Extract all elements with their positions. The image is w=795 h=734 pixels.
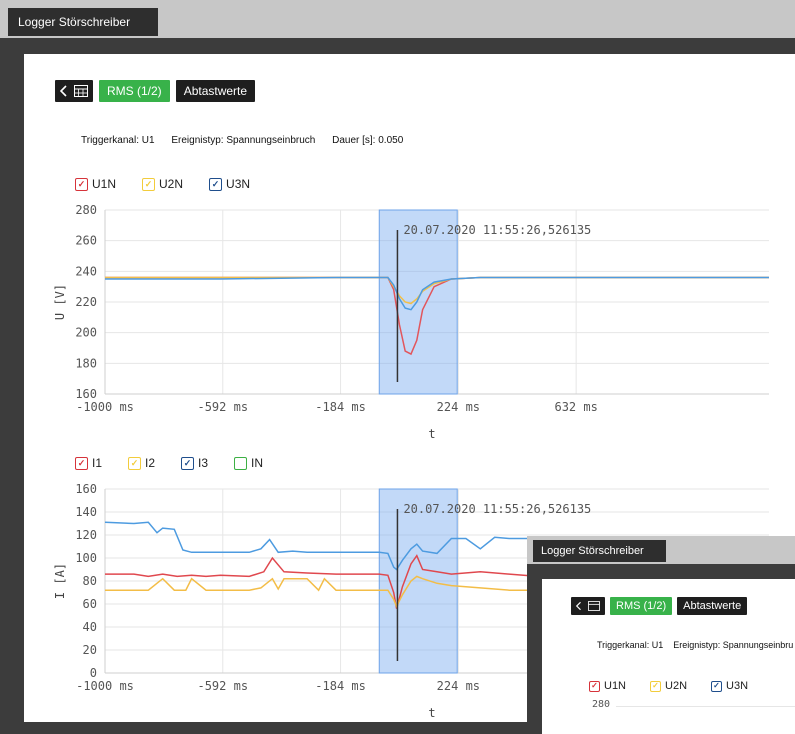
x-tick-label: -1000 ms	[76, 679, 134, 693]
trigger-timestamp: 20.07.2020 11:55:26,526135	[403, 502, 591, 516]
y-tick-label: 140	[75, 505, 97, 519]
chart-toolbar: RMS (1/2) Abtastwerte	[55, 80, 256, 102]
calendar-icon	[74, 85, 88, 97]
y-tick-label: 0	[90, 666, 97, 680]
x-tick-label: 632 ms	[554, 400, 597, 414]
y-axis-title: I [A]	[53, 563, 67, 599]
app-window: Logger Störschreiber RMS (1/2) Abtastwer…	[0, 0, 795, 734]
y-tick-label: 280	[75, 203, 97, 217]
chevron-left-icon	[60, 85, 67, 97]
legend-item-u2n[interactable]: ✓ U2N	[650, 680, 687, 692]
legend-label: I1	[92, 456, 103, 470]
y-axis-title: U [V]	[53, 284, 67, 320]
x-tick-label: 224 ms	[437, 400, 480, 414]
checkbox-checked-icon: ✓	[181, 456, 195, 470]
secondary-rms-button[interactable]: RMS (1/2)	[610, 597, 673, 615]
checkbox-checked-icon: ✓	[209, 177, 223, 191]
y-tick-label: 80	[83, 574, 97, 588]
current-legend: ✓ I1 ✓ I2 ✓ I3 IN	[75, 456, 263, 470]
checkbox-unchecked-icon	[234, 456, 248, 470]
secondary-trigger-info: Triggerkanal: U1 Ereignistyp: Spannungse…	[597, 640, 793, 650]
voltage-legend: ✓ U1N ✓ U2N ✓ U3N	[75, 177, 250, 191]
x-tick-label: -1000 ms	[76, 400, 134, 414]
selection-highlight	[378, 209, 458, 395]
chevron-left-icon	[576, 601, 581, 611]
x-tick-label: 224 ms	[437, 679, 480, 693]
event-duration: Dauer [s]: 0.050	[332, 135, 404, 146]
legend-item-i3[interactable]: ✓ I3	[181, 456, 208, 470]
y-tick-label: 120	[75, 528, 97, 542]
voltage-chart: 160 180 200 220 240 260 280 -1000 ms -592 ms -184…	[53, 203, 769, 441]
samples-button[interactable]: Abtastwerte	[175, 80, 256, 102]
legend-label: U2N	[159, 177, 184, 191]
secondary-gridline	[616, 706, 795, 707]
back-calendar-button[interactable]	[55, 80, 93, 102]
checkbox-checked-icon: ✓	[650, 680, 662, 692]
legend-label: U1N	[604, 680, 627, 692]
legend-label: IN	[251, 456, 264, 470]
title-bar: Logger Störschreiber	[0, 0, 795, 38]
legend-label: I3	[198, 456, 209, 470]
legend-item-in[interactable]: IN	[234, 456, 263, 470]
rms-button[interactable]: RMS (1/2)	[99, 80, 170, 102]
legend-label: U2N	[665, 680, 688, 692]
trigger-info: Triggerkanal: U1 Ereignistyp: Spannungse…	[81, 135, 417, 146]
checkbox-checked-icon: ✓	[128, 456, 142, 470]
y-tick-label: 260	[75, 234, 97, 248]
trigger-timestamp: 20.07.2020 11:55:26,526135	[403, 223, 591, 237]
calendar-icon	[588, 601, 600, 611]
trigger-channel: Triggerkanal: U1	[81, 135, 155, 146]
y-tick-label: 180	[75, 356, 97, 370]
y-tick-label: 160	[75, 482, 97, 496]
legend-item-i1[interactable]: ✓ I1	[75, 456, 102, 470]
y-tick-label: 60	[83, 597, 97, 611]
legend-item-u1n[interactable]: ✓ U1N	[75, 177, 116, 191]
y-tick-label: 240	[75, 264, 97, 278]
y-tick-label: 200	[75, 326, 97, 340]
legend-item-u3n[interactable]: ✓ U3N	[711, 680, 748, 692]
secondary-window[interactable]: Logger Störschreiber RMS (1/2) Abtastwer…	[527, 536, 795, 734]
y-tick-label: 20	[83, 643, 97, 657]
secondary-title-bar: Logger Störschreiber	[527, 536, 795, 564]
secondary-event-type: Ereignistyp: Spannungseinbru	[673, 640, 794, 650]
y-tick-label: 40	[83, 620, 97, 634]
secondary-y-tick: 280	[592, 699, 611, 710]
secondary-panel: RMS (1/2) Abtastwerte Triggerkanal: U1 E…	[542, 579, 795, 734]
series-line-i1	[105, 554, 567, 609]
legend-label: U1N	[92, 177, 117, 191]
event-type: Ereignistyp: Spannungseinbruch	[171, 135, 316, 146]
x-tick-label: -184 ms	[315, 679, 366, 693]
legend-item-u1n[interactable]: ✓ U1N	[589, 680, 626, 692]
selection-highlight	[378, 488, 458, 674]
legend-label: U3N	[226, 177, 251, 191]
x-tick-label: -184 ms	[315, 400, 366, 414]
secondary-samples-button[interactable]: Abtastwerte	[677, 597, 748, 615]
secondary-window-tab[interactable]: Logger Störschreiber	[533, 540, 666, 562]
checkbox-checked-icon: ✓	[75, 177, 88, 191]
y-tick-label: 220	[75, 295, 97, 309]
legend-item-i2[interactable]: ✓ I2	[128, 456, 155, 470]
x-axis-title: t	[428, 427, 435, 441]
x-tick-label: -592 ms	[197, 400, 248, 414]
window-tab[interactable]: Logger Störschreiber	[8, 8, 159, 36]
y-tick-label: 160	[75, 387, 97, 401]
legend-label: I2	[145, 456, 156, 470]
y-tick-label: 100	[75, 551, 97, 565]
secondary-trigger-channel: Triggerkanal: U1	[597, 640, 664, 650]
secondary-legend: ✓ U1N ✓ U2N ✓ U3N	[589, 680, 748, 692]
series-line-i3	[104, 521, 567, 571]
checkbox-checked-icon: ✓	[589, 680, 600, 692]
legend-item-u2n[interactable]: ✓ U2N	[142, 177, 183, 191]
secondary-toolbar: RMS (1/2) Abtastwerte	[571, 597, 748, 615]
checkbox-checked-icon: ✓	[711, 680, 723, 692]
checkbox-checked-icon: ✓	[75, 456, 88, 470]
legend-label: U3N	[726, 680, 749, 692]
x-tick-label: -592 ms	[197, 679, 248, 693]
checkbox-checked-icon: ✓	[142, 177, 156, 191]
secondary-back-button[interactable]	[571, 597, 605, 615]
x-axis-title: t	[428, 706, 435, 720]
legend-item-u3n[interactable]: ✓ U3N	[209, 177, 250, 191]
